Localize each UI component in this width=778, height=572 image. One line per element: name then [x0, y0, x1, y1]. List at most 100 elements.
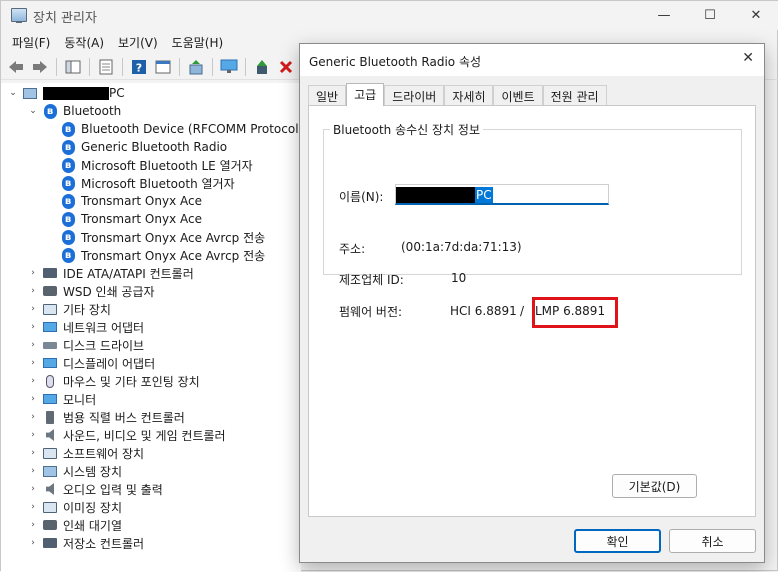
- lmp-highlight-box: [532, 297, 618, 328]
- maximize-button[interactable]: ☐: [687, 1, 733, 30]
- menu-action[interactable]: 동작(A): [57, 31, 111, 53]
- tree-category[interactable]: › 마우스 및 기타 포인팅 장치: [27, 372, 200, 390]
- address-label: 주소:: [339, 242, 366, 256]
- device-label: Tronsmart Onyx Ace Avrcp 전송: [81, 248, 266, 263]
- show-window-button[interactable]: [152, 56, 174, 78]
- tab-driver[interactable]: 드라이버: [384, 85, 445, 106]
- chevron-right-icon[interactable]: ›: [27, 357, 39, 369]
- tree-category[interactable]: › 소프트웨어 장치: [27, 444, 144, 462]
- tree-category[interactable]: › 디스크 드라이브: [27, 336, 144, 354]
- category-label: 사운드, 비디오 및 게임 컨트롤러: [63, 428, 226, 443]
- tree-category[interactable]: › 시스템 장치: [27, 462, 122, 480]
- chevron-right-icon[interactable]: ›: [27, 303, 39, 315]
- scan-hardware-changes-button[interactable]: [185, 56, 207, 78]
- toolbar-separator: [122, 57, 123, 76]
- bluetooth-device-item[interactable]: ʙ Generic Bluetooth Radio: [61, 138, 227, 156]
- usb-icon: [43, 410, 57, 424]
- ok-button[interactable]: 확인: [574, 529, 661, 553]
- bluetooth-device-item[interactable]: ʙ Tronsmart Onyx Ace: [61, 192, 202, 210]
- chevron-right-icon[interactable]: ›: [27, 375, 39, 387]
- properties-dialog: Generic Bluetooth Radio 속성 ✕ 일반 고급 드라이버 …: [299, 43, 765, 563]
- device-tree[interactable]: ⌄ PC ⌄ ʙ Bluetooth ʙ Bluetooth Device (RF…: [1, 83, 301, 572]
- minimize-button[interactable]: —: [641, 1, 687, 30]
- monitor-icon: [43, 392, 57, 406]
- menu-help[interactable]: 도움말(H): [165, 31, 231, 53]
- device-label: Bluetooth Device (RFCOMM Protocol TDI): [81, 122, 301, 136]
- tree-category[interactable]: › 인쇄 대기열: [27, 516, 122, 534]
- name-selected-text: PC: [475, 187, 493, 203]
- bluetooth-device-item[interactable]: ʙ Bluetooth Device (RFCOMM Protocol TDI): [61, 120, 301, 138]
- default-button[interactable]: 기본값(D): [612, 474, 697, 498]
- category-label: 기타 장치: [63, 302, 111, 317]
- bluetooth-device-item[interactable]: ʙ Tronsmart Onyx Ace Avrcp 전송: [61, 228, 265, 246]
- close-window-button[interactable]: ✕: [733, 1, 778, 30]
- tree-category[interactable]: › 사운드, 비디오 및 게임 컨트롤러: [27, 426, 226, 444]
- toolbar-separator: [89, 57, 90, 76]
- toolbar-separator: [179, 57, 180, 76]
- device-label: Generic Bluetooth Radio: [81, 140, 228, 154]
- window-icon: [155, 60, 171, 73]
- chevron-down-icon[interactable]: ⌄: [27, 105, 39, 117]
- name-field[interactable]: PC: [395, 184, 609, 205]
- chevron-right-icon[interactable]: ›: [27, 429, 39, 441]
- properties-button[interactable]: [95, 56, 117, 78]
- update-driver-button[interactable]: [251, 56, 273, 78]
- tree-category[interactable]: › 이미징 장치: [27, 498, 122, 516]
- tree-category[interactable]: › 범용 직렬 버스 컨트롤러: [27, 408, 185, 426]
- show-hide-console-tree-button[interactable]: [62, 56, 84, 78]
- bluetooth-device-item[interactable]: ʙ Tronsmart Onyx Ace Avrcp 전송: [61, 246, 265, 264]
- bluetooth-device-item[interactable]: ʙ Microsoft Bluetooth LE 열거자: [61, 156, 253, 174]
- bluetooth-device-item[interactable]: ʙ Microsoft Bluetooth 열거자: [61, 174, 235, 192]
- tree-root[interactable]: ⌄ PC: [7, 84, 124, 102]
- tree-category[interactable]: › WSD 인쇄 공급자: [27, 282, 154, 300]
- forward-button[interactable]: [29, 56, 51, 78]
- chevron-down-icon[interactable]: ⌄: [7, 87, 19, 99]
- dialog-close-button[interactable]: ✕: [742, 50, 754, 66]
- device-label: Tronsmart Onyx Ace Avrcp 전송: [81, 230, 266, 245]
- dialog-title: Generic Bluetooth Radio 속성: [309, 55, 482, 69]
- tab-events[interactable]: 이벤트: [493, 85, 543, 106]
- tree-category[interactable]: › 기타 장치: [27, 300, 111, 318]
- tab-advanced[interactable]: 고급: [346, 83, 385, 106]
- chevron-right-icon[interactable]: ›: [27, 501, 39, 513]
- toolbar-separator: [212, 57, 213, 76]
- chevron-right-icon[interactable]: ›: [27, 267, 39, 279]
- cancel-button[interactable]: 취소: [669, 529, 756, 553]
- menu-view[interactable]: 보기(V): [111, 31, 165, 53]
- monitor-icon: [43, 356, 57, 370]
- tab-details[interactable]: 자세히: [444, 85, 494, 106]
- chevron-right-icon[interactable]: ›: [27, 411, 39, 423]
- chevron-right-icon[interactable]: ›: [27, 393, 39, 405]
- bluetooth-device-item[interactable]: ʙ Tronsmart Onyx Ace: [61, 210, 202, 228]
- uninstall-device-button[interactable]: [275, 56, 297, 78]
- tree-category[interactable]: › 네트워크 어댑터: [27, 318, 144, 336]
- category-label: 인쇄 대기열: [63, 518, 123, 533]
- speaker-icon: [43, 428, 57, 442]
- toolbar-separator: [245, 57, 246, 76]
- manufacturer-label: 제조업체 ID:: [339, 273, 404, 287]
- category-label: 모니터: [63, 392, 97, 407]
- back-button[interactable]: [5, 56, 27, 78]
- chevron-right-icon[interactable]: ›: [27, 537, 39, 549]
- speaker-icon: [43, 482, 57, 496]
- chevron-right-icon[interactable]: ›: [27, 447, 39, 459]
- tab-general[interactable]: 일반: [308, 85, 347, 106]
- chevron-right-icon[interactable]: ›: [27, 483, 39, 495]
- tree-category[interactable]: › IDE ATA/ATAPI 컨트롤러: [27, 264, 194, 282]
- tree-category[interactable]: › 디스플레이 어댑터: [27, 354, 155, 372]
- tree-category[interactable]: › 저장소 컨트롤러: [27, 534, 144, 552]
- chevron-right-icon[interactable]: ›: [27, 465, 39, 477]
- help-button[interactable]: ?: [128, 56, 150, 78]
- chevron-right-icon[interactable]: ›: [27, 285, 39, 297]
- tree-category[interactable]: › 오디오 입력 및 출력: [27, 480, 163, 498]
- category-label: 디스플레이 어댑터: [63, 356, 156, 371]
- tree-category[interactable]: › 모니터: [27, 390, 96, 408]
- tree-category-bluetooth[interactable]: ⌄ ʙ Bluetooth: [27, 102, 121, 120]
- menu-file[interactable]: 파일(F): [5, 31, 57, 53]
- chevron-right-icon[interactable]: ›: [27, 321, 39, 333]
- monitor-button[interactable]: [218, 56, 240, 78]
- chevron-right-icon[interactable]: ›: [27, 519, 39, 531]
- tab-power-management[interactable]: 전원 관리: [542, 85, 607, 106]
- properties-icon: [99, 59, 113, 74]
- chevron-right-icon[interactable]: ›: [27, 339, 39, 351]
